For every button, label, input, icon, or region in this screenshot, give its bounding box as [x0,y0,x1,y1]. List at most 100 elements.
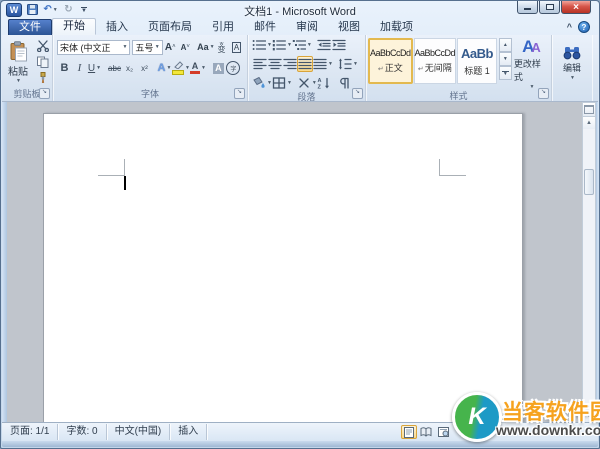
tab-references[interactable]: 引用 [202,19,244,35]
font-size-value: 五号 [135,42,154,53]
highlight-button[interactable]: ▼ [172,60,190,76]
style-no-spacing[interactable]: AaBbCcDd ↵无间隔 [413,38,457,84]
print-layout-view-button[interactable] [401,425,417,439]
draft-view-button[interactable] [469,425,485,439]
tab-review[interactable]: 审阅 [286,19,328,35]
document-page[interactable] [43,113,523,423]
shading-button[interactable]: ▼ [252,75,272,91]
style-normal[interactable]: AaBbCcDd ↵正文 [368,38,413,84]
left-window-glass-edge [2,102,7,423]
character-border-button[interactable]: A [229,39,244,55]
outline-view-button[interactable] [452,425,468,439]
margin-corner-mark-top-left [98,159,125,176]
status-page-count[interactable]: 页面: 1/1 [2,424,59,440]
borders-button[interactable]: ▼ [272,75,292,91]
multilevel-list-button[interactable]: ▼ [292,37,312,53]
ruler-toggle-button[interactable] [583,103,595,117]
font-name-value: 宋体 (中文正 [60,42,111,53]
italic-button[interactable]: I [72,60,87,76]
change-styles-button[interactable]: AA 更改样式 ▼ [514,37,549,90]
tab-mailings[interactable]: 邮件 [244,19,286,35]
cut-icon[interactable] [35,39,50,53]
collapse-ribbon-icon[interactable]: ^ [567,22,572,32]
strikethrough-button[interactable]: abc [107,60,122,76]
sort-button[interactable]: AZ [317,75,332,91]
clipboard-small-buttons [35,37,50,88]
close-button[interactable]: × [561,1,591,14]
minimize-button[interactable] [517,1,538,14]
tab-page-layout[interactable]: 页面布局 [138,19,202,35]
paragraph-style-mark: ↵ [417,66,424,73]
paste-button[interactable]: 粘贴 ▼ [4,37,32,88]
styles-group-label: 样式 [449,91,468,101]
font-size-combo[interactable]: 五号 ▼ [132,39,163,55]
style-heading1[interactable]: AaBb 标题 1 [457,38,497,84]
line-spacing-button[interactable]: ▼ [338,56,358,72]
distributed-button[interactable]: ▼ [313,56,333,72]
group-styles: AaBbCcDd ↵正文 AaBbCcDd ↵无间隔 AaBb 标题 1 ▲ ▼… [366,35,552,101]
styles-gallery-more-icon[interactable]: ▼ [498,66,512,80]
group-clipboard: 粘贴 ▼ 剪贴板 ↘ [2,35,53,101]
change-styles-icon: AA [522,37,541,56]
editing-button[interactable]: 编辑 ▼ [563,37,581,88]
align-center-button[interactable] [267,56,282,72]
font-color-button[interactable]: A ▼ [189,60,206,76]
grow-font-button[interactable]: A ˄ [163,39,178,55]
show-hide-marks-button[interactable] [337,75,352,91]
format-painter-icon[interactable] [35,71,50,85]
window-title: 文档1 - Microsoft Word [244,6,356,18]
copy-icon[interactable] [35,55,50,69]
tab-file[interactable]: 文件 [8,19,52,35]
align-left-button[interactable] [252,56,267,72]
scroll-down-icon[interactable]: ▼ [583,409,595,422]
find-binoculars-icon [563,46,581,59]
scroll-up-icon[interactable]: ▲ [583,117,595,129]
styles-scroll-up-icon[interactable]: ▲ [498,38,512,52]
status-bar: 页面: 1/1 字数: 0 中文(中国) 插入 [2,422,598,441]
tab-addins[interactable]: 加载项 [370,19,423,35]
text-effects-button[interactable]: A ▼ [157,60,172,76]
underline-button[interactable]: U ▼ [87,60,102,76]
styles-scroll-down-icon[interactable]: ▼ [498,52,512,66]
paste-dropdown-icon[interactable]: ▼ [16,78,21,84]
font-dialog-launcher[interactable]: ↘ [234,88,245,99]
font-name-combo[interactable]: 宋体 (中文正 ▼ [57,39,131,55]
align-right-button[interactable] [282,56,297,72]
subscript-button[interactable]: x₂ [122,60,137,76]
vertical-scrollbar[interactable]: ▲ ▼ [582,102,596,423]
scrollbar-thumb[interactable] [584,169,594,195]
enclose-characters-button[interactable]: 字 [226,60,241,76]
bullets-button[interactable]: ▼ [252,37,272,53]
status-language[interactable]: 中文(中国) [107,424,171,440]
web-layout-view-button[interactable] [435,425,451,439]
numbering-button[interactable]: ▼ [272,37,292,53]
superscript-button[interactable]: x² [137,60,152,76]
status-word-count[interactable]: 字数: 0 [58,424,107,440]
print-layout-icon [404,426,414,438]
asian-layout-button[interactable]: ▼ [297,75,317,91]
bold-button[interactable]: B [57,60,72,76]
status-insert-mode[interactable]: 插入 [170,424,208,440]
paragraph-dialog-launcher[interactable]: ↘ [352,88,363,99]
decrease-indent-button[interactable] [317,37,332,53]
fullscreen-reading-view-button[interactable] [418,425,434,439]
shrink-font-button[interactable]: A ˅ [178,39,193,55]
tab-insert[interactable]: 插入 [96,19,138,35]
styles-dialog-launcher[interactable]: ↘ [538,88,549,99]
help-icon[interactable]: ? [578,21,590,33]
phonetic-guide-button[interactable]: w变 [214,39,229,55]
justify-button[interactable] [297,56,313,72]
group-font: 宋体 (中文正 ▼ 五号 ▼ A ˄ A ˅ Aa ▼ w变 A B I U ▼… [53,35,248,101]
right-window-glass-edge [596,102,598,423]
change-case-button[interactable]: Aa ▼ [197,39,214,55]
clipboard-dialog-launcher[interactable]: ↘ [39,88,50,99]
tab-view[interactable]: 视图 [328,19,370,35]
font-group-label: 字体 [140,89,159,99]
view-shortcuts [401,425,485,439]
window-bottom-frame [2,441,598,447]
tab-home[interactable]: 开始 [52,18,96,35]
maximize-button[interactable] [539,1,560,14]
character-shading-button[interactable]: A [211,60,226,76]
increase-indent-button[interactable] [332,37,347,53]
title-bar: W ↶ ▼ ↻ ▼ 文档1 - Microsoft Word × [1,1,599,18]
